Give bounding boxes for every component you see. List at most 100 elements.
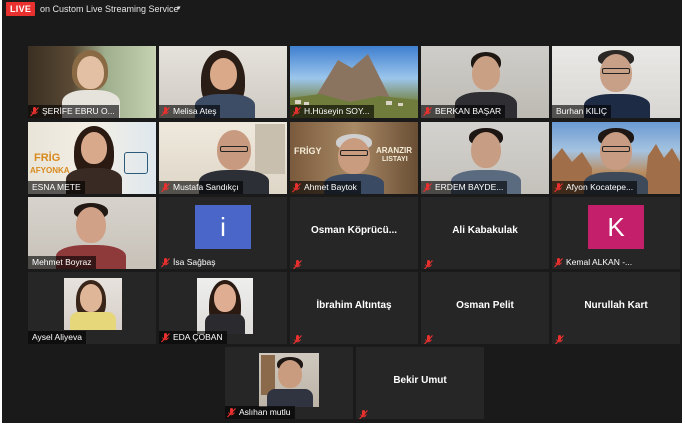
participant-tile[interactable]: Nurullah Kart <box>552 272 680 344</box>
gallery-view: LIVE on Custom Live Streaming Service ▾ … <box>2 0 682 423</box>
video-feed-body <box>267 389 313 407</box>
mic-muted-icon <box>554 257 563 268</box>
participant-tile[interactable]: İbrahim Altıntaş <box>290 272 418 344</box>
live-badge[interactable]: LIVE <box>6 2 36 16</box>
participant-name-bar: Aslıhan mutlu <box>225 406 295 419</box>
video-feed-face <box>80 284 102 312</box>
stream-service-label[interactable]: on Custom Live Streaming Service <box>40 3 179 15</box>
participant-tile[interactable]: Ali Kabakulak <box>421 197 549 269</box>
mic-muted-icon <box>161 332 170 343</box>
participant-name: Mehmet Boyraz <box>32 257 92 267</box>
participant-name: ŞERİFE EBRU O... <box>42 106 115 116</box>
avatar: K <box>588 205 644 249</box>
participant-name: Ahmet Baytok <box>304 182 357 192</box>
participant-name: Osman Köprücü... <box>310 225 398 236</box>
participant-name: Aslıhan mutlu <box>239 407 291 417</box>
participant-tile[interactable]: Burhan KILIÇ <box>552 46 680 118</box>
slide-text: LISTAYI <box>382 156 408 163</box>
participant-tile[interactable]: Mustafa Sandıkçı <box>159 122 287 194</box>
mic-muted-icon <box>30 106 39 117</box>
top-bar: LIVE on Custom Live Streaming Service ▾ <box>2 0 682 18</box>
participant-tile[interactable]: Aysel Aliyeva <box>28 272 156 344</box>
video-feed-face <box>76 207 106 243</box>
chevron-down-icon[interactable]: ▾ <box>177 3 181 15</box>
participant-name-bar: EDA ÇOBAN <box>159 331 227 344</box>
participant-name: Afyon Kocatepe... <box>566 182 634 192</box>
video-feed-face <box>81 132 107 164</box>
participant-name-bar: Mustafa Sandıkçı <box>159 181 243 194</box>
mic-muted-icon <box>554 182 563 193</box>
participant-name: Osman Pelit <box>456 300 514 311</box>
participant-name-bar: İsa Sağbaş <box>159 256 220 269</box>
participant-tile-active-speaker[interactable]: FRİG AFYONKA ESNA METE <box>28 122 156 194</box>
video-feed-face <box>278 360 302 388</box>
slide-graphic <box>124 152 148 174</box>
participant-name-bar: Kemal ALKAN -... <box>552 256 636 269</box>
mic-muted-icon <box>293 332 302 344</box>
video-feed-glasses <box>220 146 248 152</box>
video-feed-face <box>338 138 370 174</box>
participant-name: İbrahim Altıntaş <box>316 300 392 311</box>
participant-name-bar: Aysel Aliyeva <box>28 331 86 344</box>
avatar: i <box>195 205 251 249</box>
video-feed-door <box>255 124 285 174</box>
participant-tile[interactable]: ERDEM BAYDE... <box>421 122 549 194</box>
participant-name: Aysel Aliyeva <box>32 332 82 342</box>
participant-tile[interactable]: Mehmet Boyraz <box>28 197 156 269</box>
slide-text: FRİGY <box>294 146 322 156</box>
participant-name: Melisa Ateş <box>173 106 217 116</box>
participant-name: Mustafa Sandıkçı <box>173 182 239 192</box>
participant-tile[interactable]: Osman Pelit <box>421 272 549 344</box>
video-feed-glasses <box>602 146 630 152</box>
video-feed-face <box>472 56 500 90</box>
video-feed-face <box>210 58 237 90</box>
participant-name-bar: ESNA METE <box>28 181 85 194</box>
video-feed-body <box>70 312 116 330</box>
mic-muted-icon <box>161 182 170 193</box>
participant-tile[interactable]: Osman Köprücü... <box>290 197 418 269</box>
participant-name-bar: Melisa Ateş <box>159 105 221 118</box>
participant-tile[interactable]: ŞERİFE EBRU O... <box>28 46 156 118</box>
video-feed-face <box>214 284 236 312</box>
participant-tile[interactable]: H.Hüseyin SOY... <box>290 46 418 118</box>
participant-name-bar: ŞERİFE EBRU O... <box>28 105 119 118</box>
mic-muted-icon <box>555 332 564 344</box>
video-feed-face <box>471 132 501 168</box>
participant-name-bar: Burhan KILIÇ <box>552 105 612 118</box>
participant-tile[interactable]: i İsa Sağbaş <box>159 197 287 269</box>
participant-name: İsa Sağbaş <box>173 257 216 267</box>
participant-tile[interactable]: Afyon Kocatepe... <box>552 122 680 194</box>
participant-name: EDA ÇOBAN <box>173 332 223 342</box>
participant-name: Ali Kabakulak <box>452 225 518 236</box>
slide-text: FRİG <box>34 152 61 164</box>
video-conference-app: LIVE on Custom Live Streaming Service ▾ … <box>0 0 685 427</box>
slide-text: AFYONKA <box>30 166 70 175</box>
participant-tile[interactable]: BERKAN BAŞAR <box>421 46 549 118</box>
participant-tile[interactable]: K Kemal ALKAN -... <box>552 197 680 269</box>
mic-muted-icon <box>292 182 301 193</box>
video-feed-face <box>77 56 104 89</box>
participant-name: Nurullah Kart <box>584 300 648 311</box>
participant-name: Kemal ALKAN -... <box>566 257 633 267</box>
participant-tile[interactable]: EDA ÇOBAN <box>159 272 287 344</box>
participant-tile[interactable]: Aslıhan mutlu <box>225 347 353 419</box>
mic-muted-icon <box>359 407 368 419</box>
mic-muted-icon <box>424 257 433 269</box>
participant-tile[interactable]: FRİGY ARANZIR LISTAYI Ahmet Baytok <box>290 122 418 194</box>
participant-name: ERDEM BAYDE... <box>435 182 504 192</box>
participant-name: H.Hüseyin SOY... <box>304 106 370 116</box>
participant-name-bar: Ahmet Baytok <box>290 181 361 194</box>
participant-name-bar: ERDEM BAYDE... <box>421 181 508 194</box>
mic-muted-icon <box>424 332 433 344</box>
participant-name-bar: BERKAN BAŞAR <box>421 105 506 118</box>
mic-muted-icon <box>227 407 236 418</box>
slide-text: ARANZIR <box>376 146 412 155</box>
participant-name-bar: Mehmet Boyraz <box>28 256 96 269</box>
participant-name-bar: H.Hüseyin SOY... <box>290 105 374 118</box>
mic-muted-icon <box>161 106 170 117</box>
participant-tile[interactable]: Bekir Umut <box>356 347 484 419</box>
participant-name: Burhan KILIÇ <box>556 106 608 116</box>
video-feed-glasses <box>602 68 630 74</box>
video-feed-glasses <box>340 150 368 156</box>
participant-tile[interactable]: Melisa Ateş <box>159 46 287 118</box>
